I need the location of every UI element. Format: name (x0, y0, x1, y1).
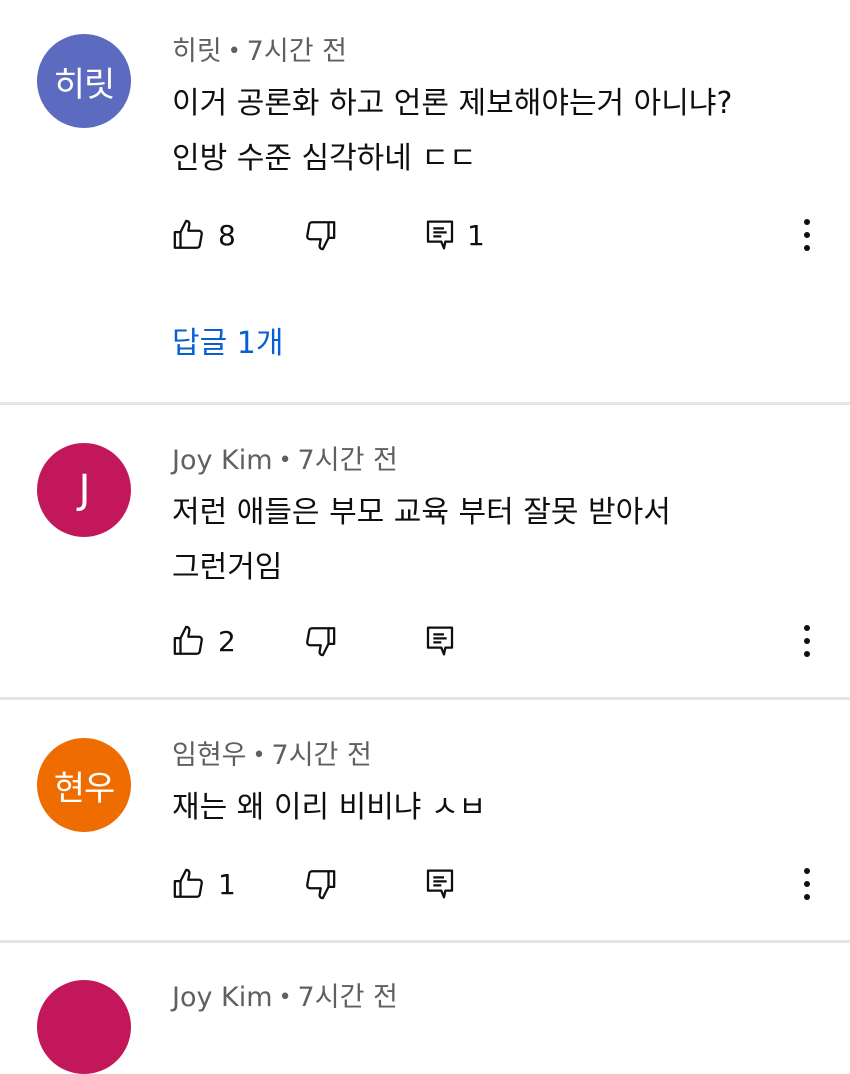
like-button[interactable]: 8 (172, 215, 236, 255)
avatar-initial: J (78, 467, 91, 513)
like-count: 2 (218, 624, 236, 658)
more-options-button[interactable] (795, 215, 819, 255)
dislike-button[interactable] (303, 864, 337, 904)
thumbs-up-icon (172, 218, 206, 252)
comment-time: 7시간 전 (246, 36, 347, 67)
thumbs-up-icon (172, 867, 206, 901)
comment-text: 이거 공론화 하고 언론 제보해야는거 아니냐? 인방 수준 심각하네 ㄷㄷ (172, 86, 733, 176)
more-vert-icon (804, 219, 810, 225)
comment-time: 7시간 전 (297, 982, 398, 1013)
comment-text: 재는 왜 이리 비비냐 ㅅㅂ (172, 790, 487, 825)
dislike-button[interactable] (303, 621, 337, 661)
avatar[interactable]: J (37, 443, 131, 537)
thumbs-down-icon (303, 218, 337, 252)
more-options-button[interactable] (795, 621, 819, 661)
more-options-button[interactable] (795, 864, 819, 904)
comment-icon (425, 219, 455, 251)
author-name[interactable]: Joy Kim (172, 982, 273, 1013)
thumbs-down-icon (303, 867, 337, 901)
comment-meta: Joy Kim • 7시간 전 (172, 444, 398, 478)
comment-meta: 히릿 • 7시간 전 (172, 35, 347, 69)
comment-icon (425, 868, 455, 900)
reply-button[interactable]: 1 (425, 215, 485, 255)
comment-meta: Joy Kim • 7시간 전 (172, 981, 398, 1015)
comment-icon (425, 625, 455, 657)
comment-time: 7시간 전 (297, 445, 398, 476)
dislike-button[interactable] (303, 215, 337, 255)
like-button[interactable]: 1 (172, 864, 236, 904)
meta-separator: • (252, 743, 266, 768)
comment-actions: 1 (0, 864, 850, 904)
meta-separator: • (278, 985, 292, 1010)
reply-button[interactable] (425, 864, 455, 904)
thumbs-down-icon (303, 624, 337, 658)
divider (0, 940, 850, 943)
author-name[interactable]: Joy Kim (172, 445, 273, 476)
divider (0, 697, 850, 700)
comment-time: 7시간 전 (271, 740, 372, 771)
avatar-initials: 히릿 (53, 64, 116, 105)
divider (0, 402, 850, 405)
author-name[interactable]: 임현우 (172, 740, 247, 771)
avatar[interactable]: 현우 (37, 738, 131, 832)
comment-meta: 임현우 • 7시간 전 (172, 739, 372, 773)
like-count: 1 (218, 867, 236, 901)
avatar[interactable] (37, 980, 131, 1074)
meta-separator: • (278, 448, 292, 473)
avatar[interactable]: 히릿 (37, 34, 131, 128)
comment-actions: 8 1 (0, 215, 850, 255)
like-count: 8 (218, 218, 236, 252)
more-vert-icon (804, 868, 810, 874)
meta-separator: • (227, 39, 241, 64)
avatar-initials: 현우 (53, 768, 116, 809)
like-button[interactable]: 2 (172, 621, 236, 661)
reply-count: 1 (467, 218, 485, 252)
comment-text: 저런 애들은 부모 교육 부터 잘못 받아서 그런거임 (172, 495, 671, 585)
thumbs-up-icon (172, 624, 206, 658)
reply-button[interactable] (425, 621, 455, 661)
comment-actions: 2 (0, 621, 850, 661)
more-vert-icon (804, 625, 810, 631)
author-name[interactable]: 히릿 (172, 36, 222, 67)
view-replies-link[interactable]: 답글 1개 (172, 318, 283, 362)
